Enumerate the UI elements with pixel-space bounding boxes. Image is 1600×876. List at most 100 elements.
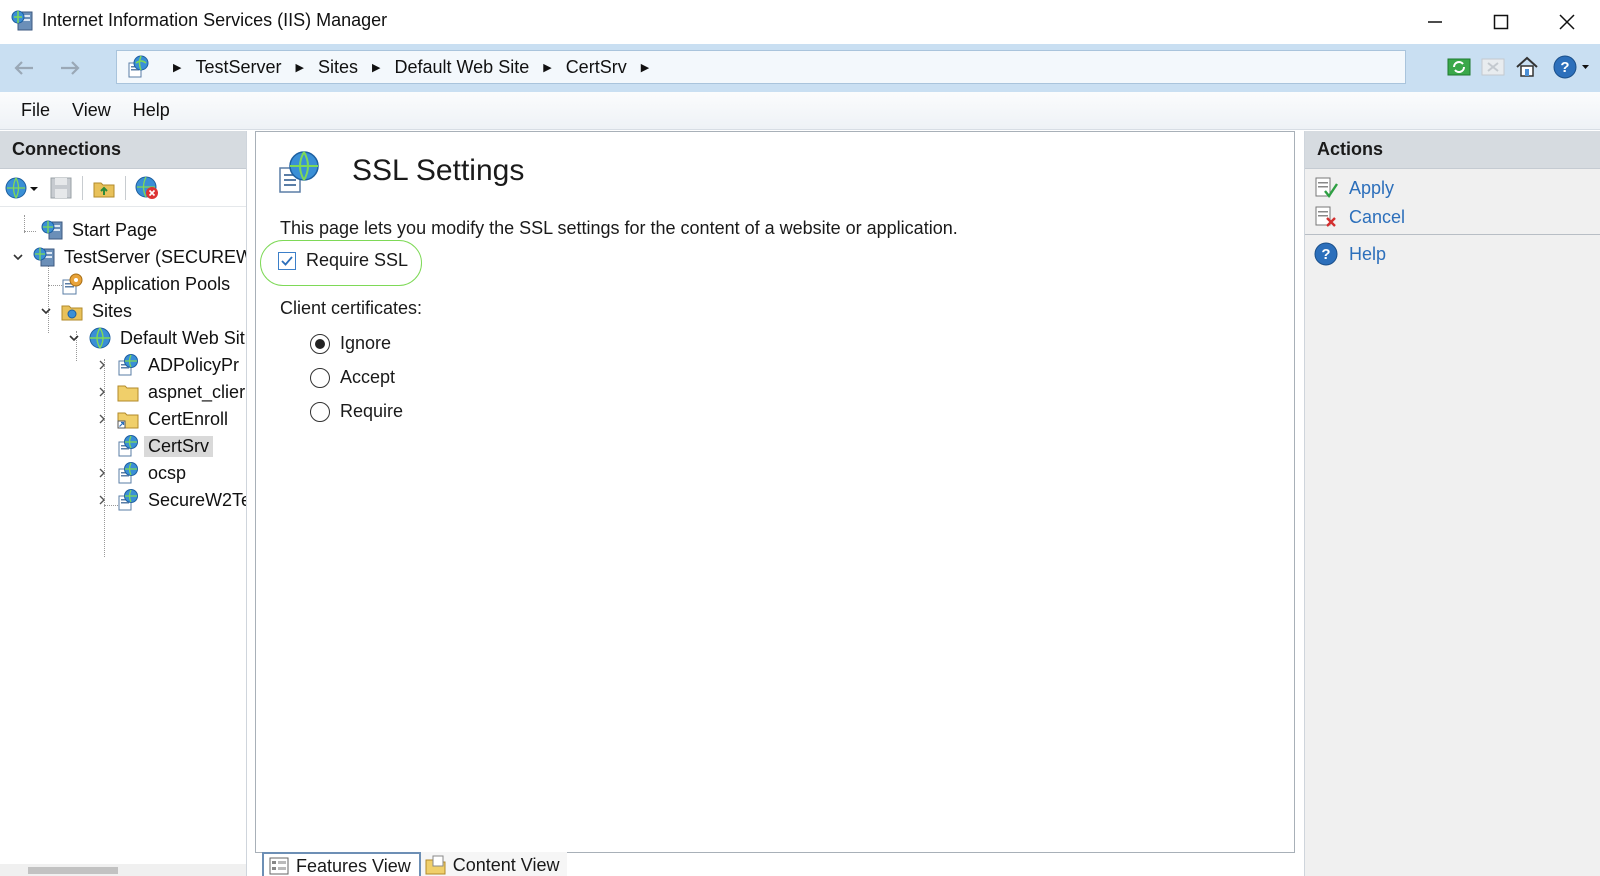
tree-item-default-web-site[interactable]: Default Web Sit bbox=[66, 325, 245, 351]
tab-features-label: Features View bbox=[296, 855, 411, 876]
breadcrumb-separator-icon[interactable]: ▶ bbox=[641, 61, 649, 74]
server-icon bbox=[33, 247, 55, 267]
refresh-icon bbox=[1447, 58, 1471, 76]
tree-item-label: ADPolicyPr bbox=[148, 354, 240, 375]
cancel-action[interactable]: Cancel bbox=[1313, 204, 1405, 230]
cancel-icon bbox=[1315, 206, 1336, 227]
stop-button[interactable] bbox=[1478, 52, 1508, 82]
connections-pane: Connections Start Page TestServer (SECUR… bbox=[0, 131, 247, 876]
iis-app-icon bbox=[11, 10, 33, 31]
tree-item-label: Default Web Sit bbox=[120, 327, 245, 348]
tree-item-start-page[interactable]: Start Page bbox=[18, 217, 157, 243]
start-page-icon bbox=[41, 220, 63, 240]
tree-item-certenroll[interactable]: CertEnroll bbox=[94, 406, 228, 432]
tree-item-label: CertSrv bbox=[144, 435, 214, 457]
checkbox-box[interactable] bbox=[278, 251, 296, 270]
back-button[interactable] bbox=[4, 52, 44, 84]
close-button[interactable] bbox=[1534, 0, 1600, 44]
folder-icon bbox=[117, 385, 139, 402]
tab-features-view[interactable]: Features View bbox=[262, 852, 421, 876]
radio-ignore[interactable]: Ignore bbox=[310, 333, 391, 354]
radio-require-label: Require bbox=[340, 401, 404, 421]
connect-globe-icon bbox=[5, 177, 38, 198]
chevron-down-icon[interactable] bbox=[38, 303, 54, 319]
help-label: Help bbox=[1349, 243, 1387, 264]
chevron-down-icon[interactable] bbox=[66, 330, 82, 346]
chevron-right-icon[interactable] bbox=[94, 384, 110, 400]
require-ssl-label: Require SSL bbox=[306, 250, 409, 270]
menu-view[interactable]: View bbox=[61, 100, 122, 121]
tree-item-securew2te[interactable]: SecureW2Te bbox=[94, 487, 246, 513]
address-field[interactable]: ▶ TestServer ▶ Sites ▶ Default Web Site ▶ C… bbox=[116, 50, 1406, 84]
app-icon bbox=[128, 55, 149, 78]
ssl-settings-panel: SSL Settings This page lets you modify t… bbox=[255, 131, 1295, 853]
toolbar-separator bbox=[125, 175, 126, 200]
tree-item-label: ocsp bbox=[148, 462, 187, 483]
tab-content-view[interactable]: Content View bbox=[420, 852, 568, 876]
connect-button[interactable] bbox=[4, 175, 40, 201]
maximize-button[interactable] bbox=[1468, 0, 1534, 44]
tree-item-aspnet-client[interactable]: aspnet_clier bbox=[94, 379, 245, 405]
svg-text:?: ? bbox=[1321, 246, 1330, 263]
chevron-right-icon[interactable] bbox=[94, 411, 110, 427]
breadcrumb-sites[interactable]: Sites ▶ bbox=[318, 57, 395, 78]
refresh-button[interactable] bbox=[1444, 52, 1474, 82]
app-icon bbox=[118, 489, 138, 511]
require-ssl-checkbox[interactable]: Require SSL bbox=[278, 250, 408, 271]
minimize-icon bbox=[1428, 21, 1442, 23]
connections-horizontal-scrollbar[interactable] bbox=[0, 864, 246, 876]
minimize-button[interactable] bbox=[1402, 0, 1468, 44]
tree-item-label: Sites bbox=[92, 300, 133, 321]
home-button[interactable] bbox=[1512, 52, 1542, 82]
app-icon bbox=[118, 462, 138, 484]
chevron-down-icon[interactable] bbox=[10, 249, 26, 265]
radio-require[interactable]: Require bbox=[310, 401, 403, 422]
scrollbar-thumb[interactable] bbox=[28, 867, 118, 874]
tree-item-label: Application Pools bbox=[92, 273, 231, 294]
tab-content-label: Content View bbox=[452, 854, 560, 875]
tree-item-sites[interactable]: Sites bbox=[38, 298, 132, 324]
radio-accept[interactable]: Accept bbox=[310, 367, 395, 388]
radio-button[interactable] bbox=[310, 401, 330, 422]
breadcrumb-separator-icon: ▶ bbox=[173, 61, 182, 74]
toolbar-separator bbox=[82, 175, 83, 200]
chevron-right-icon[interactable] bbox=[94, 465, 110, 481]
menu-file[interactable]: File bbox=[0, 100, 61, 121]
breadcrumb-separator-icon[interactable]: ▶ bbox=[296, 61, 304, 74]
address-bar: ▶ TestServer ▶ Sites ▶ Default Web Site ▶ C… bbox=[0, 44, 1600, 92]
breadcrumb-default-web-site[interactable]: Default Web Site ▶ bbox=[394, 57, 565, 78]
save-connections-button[interactable] bbox=[48, 175, 74, 201]
apply-action[interactable]: Apply bbox=[1313, 175, 1394, 201]
actions-divider bbox=[1305, 234, 1600, 235]
breadcrumb-testserver[interactable]: TestServer ▶ bbox=[195, 57, 318, 78]
chevron-right-icon[interactable] bbox=[94, 492, 110, 508]
app-icon bbox=[118, 354, 138, 376]
menu-help[interactable]: Help bbox=[122, 100, 181, 121]
stop-icon bbox=[1481, 58, 1505, 76]
ssl-settings-icon bbox=[279, 151, 319, 193]
tree-item-label: aspnet_clier bbox=[148, 381, 246, 402]
connections-header: Connections bbox=[0, 131, 246, 169]
back-arrow-icon bbox=[14, 61, 33, 75]
globe-icon bbox=[89, 327, 111, 349]
breadcrumb-separator-icon[interactable]: ▶ bbox=[543, 61, 551, 74]
tree-item-certsrv[interactable]: CertSrv bbox=[94, 433, 214, 459]
help-action[interactable]: ? Help bbox=[1313, 241, 1386, 267]
breadcrumb-certsrv[interactable]: CertSrv ▶ bbox=[566, 57, 663, 78]
delete-connection-button[interactable] bbox=[134, 175, 160, 201]
tree-item-adpolicypr[interactable]: ADPolicyPr bbox=[94, 352, 239, 378]
radio-ignore-label: Ignore bbox=[340, 333, 392, 353]
tree-item-application-pools[interactable]: Application Pools bbox=[38, 271, 230, 297]
tree-item-testserver[interactable]: TestServer (SECUREW2 bbox=[10, 244, 247, 270]
radio-button-selected[interactable] bbox=[310, 333, 330, 354]
up-one-level-button[interactable] bbox=[91, 175, 117, 201]
menu-bar: File View Help bbox=[0, 92, 1600, 130]
breadcrumb-separator-icon[interactable]: ▶ bbox=[372, 61, 380, 74]
tree-item-label: TestServer (SECUREW2 bbox=[64, 246, 247, 267]
forward-button[interactable] bbox=[50, 52, 90, 84]
radio-button[interactable] bbox=[310, 367, 330, 388]
chevron-right-icon[interactable] bbox=[94, 357, 110, 373]
tree-item-ocsp[interactable]: ocsp bbox=[94, 460, 186, 486]
close-icon bbox=[1559, 14, 1575, 30]
help-dropdown-button[interactable]: ? bbox=[1550, 52, 1594, 82]
